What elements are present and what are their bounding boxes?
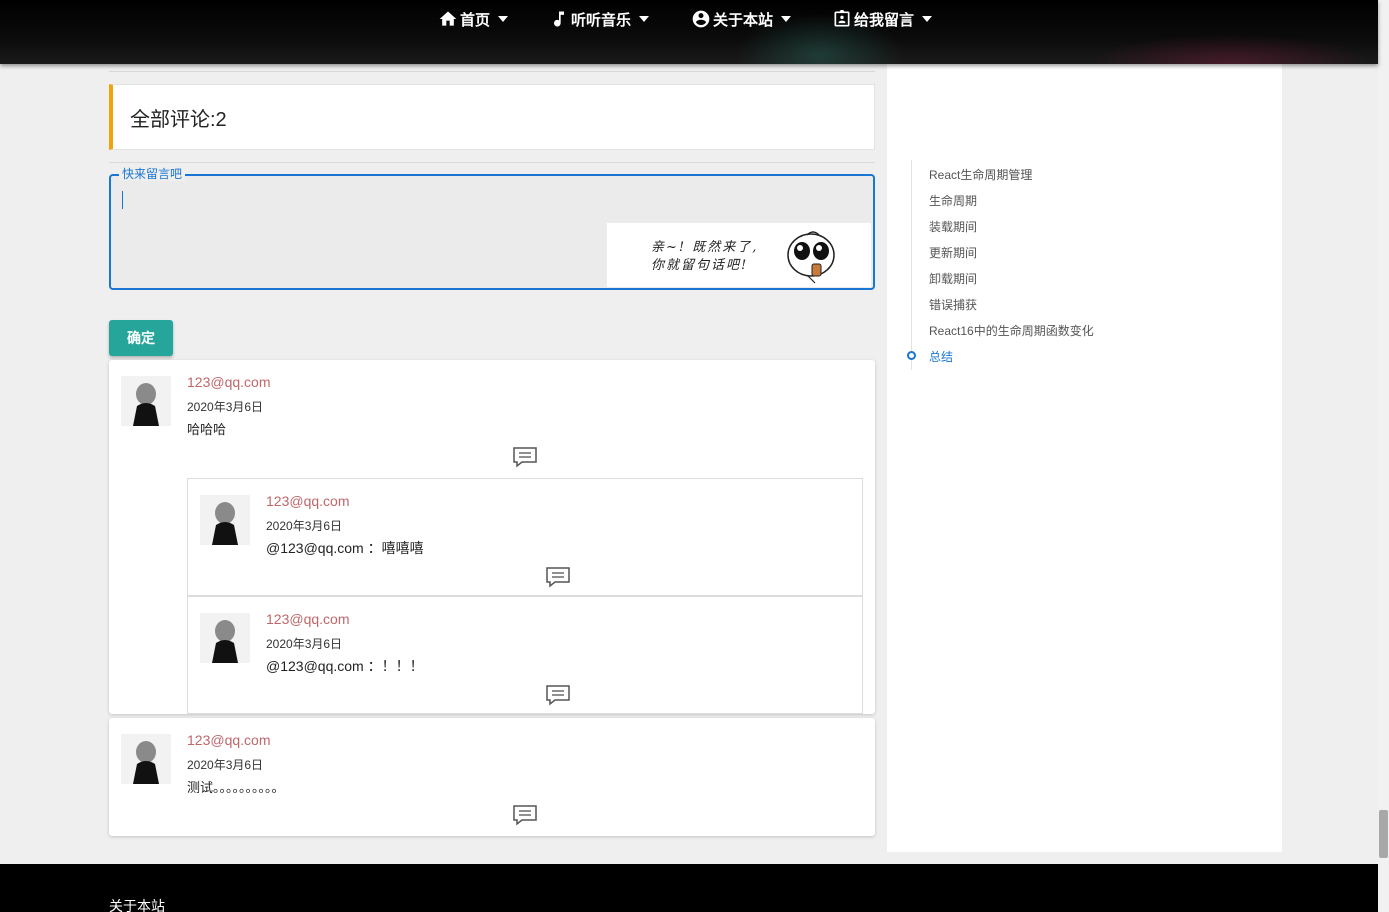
avatar-image bbox=[121, 734, 171, 784]
reply-text: @123@qq.com ：嘻嘻嘻 bbox=[266, 540, 424, 556]
toc-active-indicator bbox=[907, 351, 916, 360]
reply-username[interactable]: 123@qq.com bbox=[266, 493, 349, 509]
chevron-down-icon bbox=[922, 16, 933, 22]
comment-count-label: 全部评论:2 bbox=[130, 108, 227, 131]
sticker-line-2: 你就留句话吧! bbox=[651, 258, 749, 273]
nav-home-label: 首页 bbox=[460, 11, 491, 29]
comment-input-box[interactable]: 快来留言吧 亲~! 既然来了, 你就留句话吧! bbox=[109, 167, 875, 290]
nav-about[interactable]: 关于本站 bbox=[691, 8, 792, 30]
comment-username[interactable]: 123@qq.com bbox=[187, 374, 270, 390]
reply-comment-icon[interactable] bbox=[512, 446, 538, 468]
sticker-line-1: 亲~! 既然来了, bbox=[651, 240, 759, 255]
toc-item[interactable]: 更新期间 bbox=[929, 244, 977, 261]
comment-text: 哈哈哈 bbox=[187, 422, 227, 437]
divider bbox=[109, 162, 875, 163]
home-icon bbox=[439, 11, 457, 26]
music-note-icon bbox=[554, 11, 564, 27]
avatar-image bbox=[200, 495, 250, 545]
nav-home[interactable]: 首页 bbox=[438, 8, 509, 30]
sticker-caption: 亲~! 既然来了, 你就留句话吧! bbox=[651, 239, 758, 275]
toc-item[interactable]: React生命周期管理 bbox=[929, 166, 1032, 183]
reply-card: 123@qq.com 2020年3月6日 @123@qq.com ：嘻嘻嘻 bbox=[187, 478, 863, 596]
submit-comment-button[interactable]: 确定 bbox=[109, 320, 173, 356]
comment-card: 123@qq.com 2020年3月6日 测试。。。。。。。。。。 bbox=[109, 718, 875, 836]
scrollbar-track[interactable] bbox=[1378, 0, 1389, 912]
comment-text: 测试。。。。。。。。。。 bbox=[187, 780, 285, 795]
avatar bbox=[200, 613, 250, 663]
comment-date: 2020年3月6日 bbox=[187, 758, 264, 772]
top-navigation-bar: 首页 听听音乐 关于本站 给我留言 bbox=[0, 0, 1378, 64]
toc-item[interactable]: React16中的生命周期函数变化 bbox=[929, 322, 1094, 339]
avatar bbox=[200, 495, 250, 545]
scrollbar-thumb[interactable] bbox=[1379, 810, 1388, 858]
nav-about-label: 关于本站 bbox=[713, 11, 774, 29]
nav-music-label: 听听音乐 bbox=[571, 11, 632, 29]
sticker-image: 亲~! 既然来了, 你就留句话吧! bbox=[607, 223, 871, 287]
comment-card: 123@qq.com 2020年3月6日 哈哈哈 123@qq.com 2020… bbox=[109, 360, 875, 714]
nav-message-label: 给我留言 bbox=[854, 11, 915, 29]
account-circle-icon bbox=[692, 10, 710, 28]
reply-username[interactable]: 123@qq.com bbox=[266, 611, 349, 627]
toc-item[interactable]: 装载期间 bbox=[929, 218, 977, 235]
reply-comment-icon[interactable] bbox=[512, 804, 538, 826]
toc-item-active[interactable]: 总结 bbox=[929, 348, 953, 365]
avatar bbox=[121, 734, 171, 784]
reply-comment-icon[interactable] bbox=[545, 566, 571, 588]
toc-item[interactable]: 卸载期间 bbox=[929, 270, 977, 287]
footer-about-title: 关于本站 bbox=[109, 898, 165, 912]
footer: 关于本站 bbox=[0, 864, 1378, 912]
toc-track bbox=[911, 160, 912, 370]
cartoon-face-icon bbox=[787, 231, 835, 284]
divider bbox=[109, 71, 875, 72]
avatar bbox=[121, 376, 171, 426]
reply-comment-icon[interactable] bbox=[545, 684, 571, 706]
chevron-down-icon bbox=[639, 16, 650, 22]
text-cursor bbox=[122, 191, 123, 209]
comment-date: 2020年3月6日 bbox=[187, 400, 264, 414]
chevron-down-icon bbox=[781, 16, 792, 22]
nav-message[interactable]: 给我留言 bbox=[832, 8, 933, 30]
reply-date: 2020年3月6日 bbox=[266, 637, 343, 651]
nav-music[interactable]: 听听音乐 bbox=[549, 8, 650, 30]
contact-card-icon bbox=[834, 9, 850, 27]
comment-input-label: 快来留言吧 bbox=[119, 167, 186, 181]
chevron-down-icon bbox=[498, 16, 509, 22]
reply-text: @123@qq.com ：！！！ bbox=[266, 658, 424, 674]
reply-date: 2020年3月6日 bbox=[266, 519, 343, 533]
reply-card: 123@qq.com 2020年3月6日 @123@qq.com ：！！！ bbox=[187, 596, 863, 714]
comment-username[interactable]: 123@qq.com bbox=[187, 732, 270, 748]
toc-item[interactable]: 生命周期 bbox=[929, 192, 977, 209]
toc-item[interactable]: 错误捕获 bbox=[929, 296, 977, 313]
avatar-image bbox=[121, 376, 171, 426]
avatar-image bbox=[200, 613, 250, 663]
comment-count-header: 全部评论:2 bbox=[109, 84, 875, 150]
